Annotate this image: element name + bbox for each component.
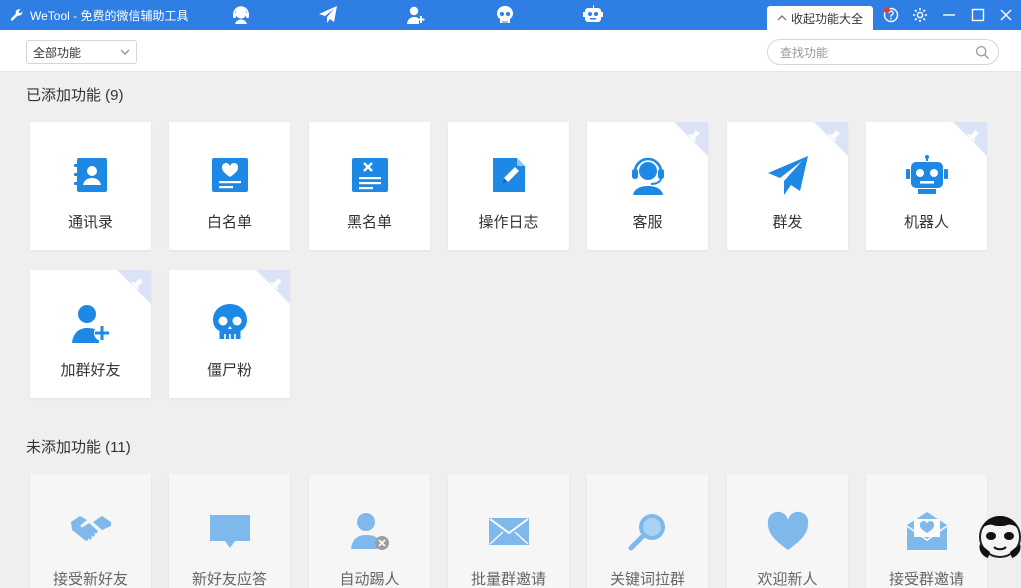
paper-plane-nav-icon[interactable] (316, 3, 340, 27)
blacklist-icon (349, 154, 391, 196)
feature-card-auto-kick[interactable]: 自动踢人 (309, 474, 430, 588)
feature-card-label: 新好友应答 (191, 571, 267, 588)
feature-card-accept-group-invite[interactable]: 接受群邀请 (866, 474, 987, 588)
feature-card-label: 群发 (772, 214, 803, 231)
paper-plane-icon (767, 154, 809, 196)
minimize-icon[interactable] (938, 4, 960, 26)
feature-card-label: 批量群邀请 (470, 571, 546, 588)
floating-assistant-avatar[interactable] (978, 514, 1021, 560)
add-friend-nav-icon[interactable] (404, 3, 428, 27)
feature-card-label: 通讯录 (67, 214, 113, 231)
feature-card-label: 机器人 (903, 214, 949, 231)
skull-icon (209, 302, 251, 344)
help-icon[interactable] (880, 4, 902, 26)
added-features-title: 已添加功能 (9) (26, 87, 124, 104)
search-box[interactable] (767, 39, 999, 65)
chat-bubble-icon (209, 510, 251, 552)
feature-card-blacklist[interactable]: 黑名单 (309, 122, 430, 250)
settings-gear-icon[interactable] (909, 4, 931, 26)
feature-card-operation-log[interactable]: 操作日志 (448, 122, 569, 250)
feature-card-whitelist[interactable]: 白名单 (169, 122, 290, 250)
feature-card-label: 自动踢人 (339, 571, 400, 588)
feature-card-zombie-fans[interactable]: 僵尸粉 (169, 270, 290, 398)
feature-card-label: 接受新好友 (52, 571, 128, 588)
feature-card-label: 接受群邀请 (888, 571, 964, 588)
pin-icon (256, 270, 290, 304)
maximize-icon[interactable] (967, 4, 989, 26)
envelope-heart-icon (906, 510, 948, 552)
add-friend-icon (70, 302, 112, 344)
pin-icon (674, 122, 708, 156)
feature-card-batch-group-invite[interactable]: 批量群邀请 (448, 474, 569, 588)
customer-service-icon (627, 154, 669, 196)
feature-filter-select[interactable]: 全部功能 (26, 40, 137, 64)
chevron-down-icon (120, 49, 130, 55)
title-bar: WeTool - 免费的微信辅助工具 收起功能大全 (0, 0, 1021, 30)
feature-card-customer-service[interactable]: 客服 (587, 122, 708, 250)
heart-icon (767, 510, 809, 552)
feature-card-welcome-newcomers[interactable]: 欢迎新人 (727, 474, 848, 588)
feature-card-label: 加群好友 (60, 362, 121, 379)
feature-card-contacts[interactable]: 通讯录 (30, 122, 151, 250)
remove-user-icon (349, 510, 391, 552)
search-icon[interactable] (975, 45, 990, 60)
robot-nav-icon[interactable] (581, 3, 605, 27)
feature-card-add-group-friends[interactable]: 加群好友 (30, 270, 151, 398)
feature-card-label: 僵尸粉 (206, 362, 252, 379)
app-title: WeTool - 免费的微信辅助工具 (10, 0, 188, 30)
feature-card-label: 客服 (632, 214, 663, 231)
skull-nav-icon[interactable] (493, 3, 517, 27)
operation-log-icon (488, 154, 530, 196)
not-added-features-title: 未添加功能 (11) (26, 439, 131, 456)
collapse-features-label: 收起功能大全 (790, 11, 863, 26)
feature-card-label: 操作日志 (478, 214, 539, 231)
feature-filter-value: 全部功能 (33, 45, 82, 60)
app-title-text: WeTool - 免费的微信辅助工具 (30, 8, 189, 23)
feature-card-keyword-group-pull[interactable]: 关键词拉群 (587, 474, 708, 588)
envelope-icon (488, 510, 530, 552)
chevron-up-icon (777, 15, 787, 21)
pin-icon (117, 270, 151, 304)
feature-card-label: 黑名单 (346, 214, 392, 231)
feature-card-label: 白名单 (206, 214, 252, 231)
search-input[interactable] (780, 44, 970, 62)
feature-card-label: 关键词拉群 (609, 571, 685, 588)
feature-card-accept-new-friends[interactable]: 接受新好友 (30, 474, 151, 588)
customer-service-nav-icon[interactable] (229, 3, 253, 27)
robot-icon (906, 154, 948, 196)
wrench-icon (10, 9, 23, 21)
pin-icon (953, 122, 987, 156)
whitelist-icon (209, 154, 251, 196)
feature-card-robot[interactable]: 机器人 (866, 122, 987, 250)
feature-card-new-friend-reply[interactable]: 新好友应答 (169, 474, 290, 588)
close-icon[interactable] (995, 4, 1017, 26)
collapse-features-button[interactable]: 收起功能大全 (767, 6, 873, 30)
magnifier-icon (627, 510, 669, 552)
handshake-icon (70, 510, 112, 552)
feature-card-mass-send[interactable]: 群发 (727, 122, 848, 250)
contacts-icon (70, 154, 112, 196)
feature-card-label: 欢迎新人 (757, 571, 818, 588)
filter-bar: 全部功能 (0, 30, 1021, 72)
pin-icon (814, 122, 848, 156)
